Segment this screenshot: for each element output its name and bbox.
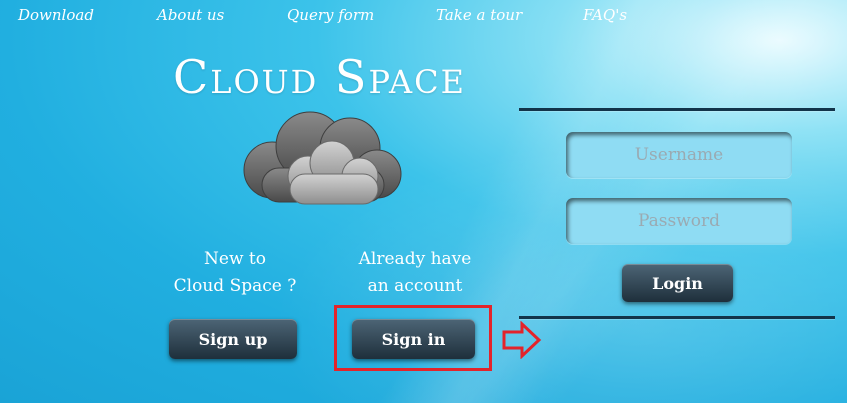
nav-download-link[interactable]: Download (18, 6, 94, 24)
signup-caption-line1: New to (204, 249, 266, 269)
username-field[interactable] (566, 132, 792, 178)
nav-faq-link[interactable]: FAQ's (583, 6, 627, 24)
brand-title: Cloud Space (173, 50, 466, 104)
nav-query-form-link[interactable]: Query form (287, 6, 374, 24)
login-button[interactable]: Login (622, 264, 733, 302)
password-field[interactable] (566, 198, 792, 244)
nav-about-link[interactable]: About us (157, 6, 224, 24)
sign-in-highlight-box (334, 305, 492, 371)
signup-caption: New to Cloud Space ? (160, 246, 310, 300)
signin-caption-line1: Already have (358, 249, 472, 269)
cloud-icon (243, 111, 402, 205)
signin-caption-line2: an account (367, 276, 463, 296)
arrow-right-icon (502, 321, 542, 359)
sign-up-button[interactable]: Sign up (169, 319, 297, 359)
nav-take-a-tour-link[interactable]: Take a tour (436, 6, 522, 24)
signup-caption-line2: Cloud Space ? (173, 276, 297, 296)
signin-caption: Already have an account (340, 246, 490, 300)
form-top-divider (519, 108, 835, 111)
form-bottom-divider (519, 316, 835, 319)
